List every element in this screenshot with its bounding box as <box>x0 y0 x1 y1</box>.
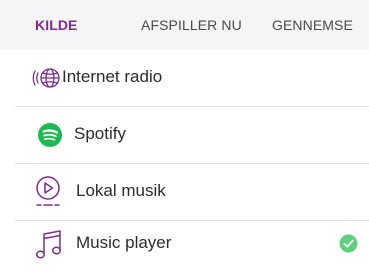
source-item-lokal-musik[interactable]: Lokal musik <box>0 164 369 221</box>
tab-bar: KILDE AFSPILLER NU GENNEMSE <box>0 0 369 51</box>
source-label: Internet radio <box>62 67 163 86</box>
local-music-icon <box>36 176 60 206</box>
checkmark-icon <box>339 234 358 253</box>
source-label: Spotify <box>74 124 126 143</box>
source-item-music-player[interactable]: Music player <box>0 221 369 271</box>
screen: KILDE AFSPILLER NU GENNEMSE Internet rad… <box>0 0 369 271</box>
music-note-icon <box>35 230 62 259</box>
source-item-internet-radio[interactable]: Internet radio <box>0 50 369 107</box>
tab-kilde[interactable]: KILDE <box>35 17 78 33</box>
source-label: Lokal musik <box>76 181 166 200</box>
spotify-icon <box>38 123 62 147</box>
internet-radio-icon <box>32 68 60 88</box>
source-label: Music player <box>76 233 172 252</box>
tab-afspiller-nu[interactable]: AFSPILLER NU <box>141 17 242 33</box>
source-item-spotify[interactable]: Spotify <box>0 107 369 164</box>
tab-gennemse[interactable]: GENNEMSE <box>272 17 353 33</box>
